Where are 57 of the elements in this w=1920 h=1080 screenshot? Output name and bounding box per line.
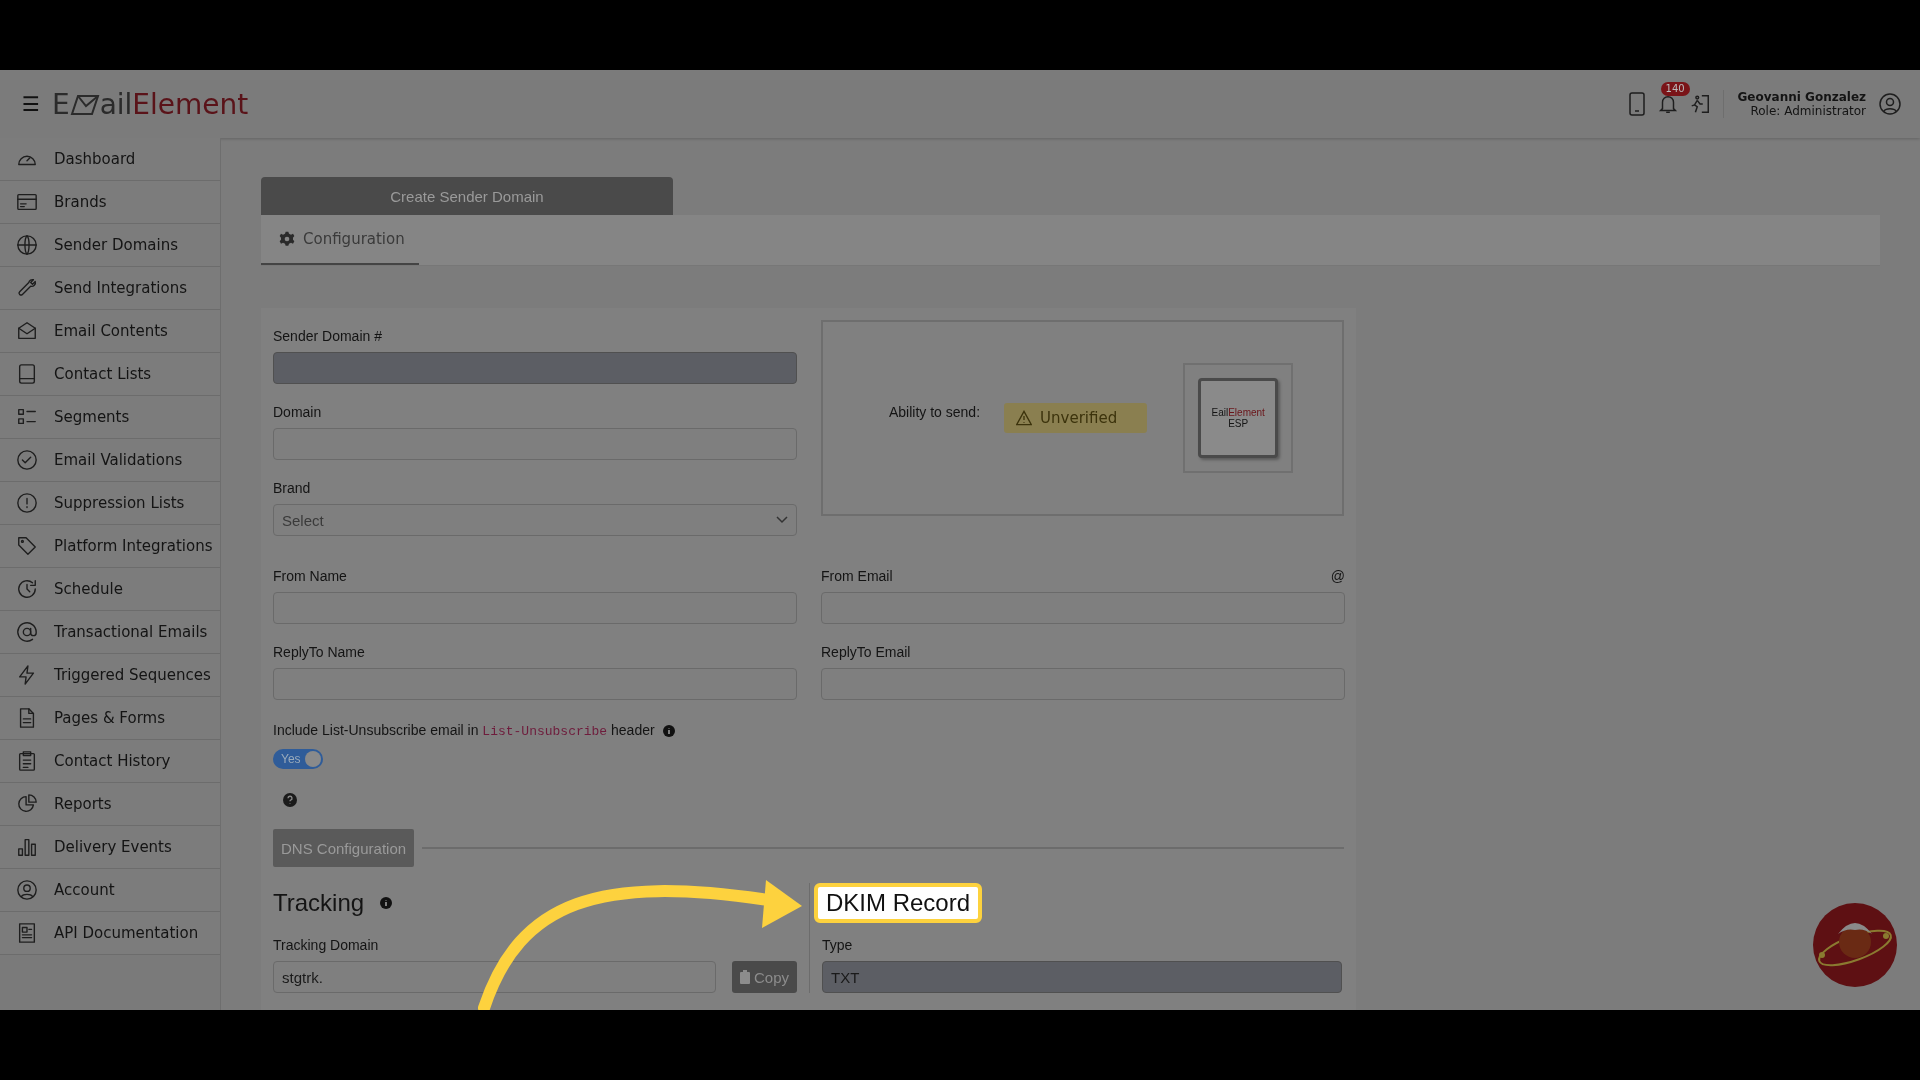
clock-icon <box>16 578 38 600</box>
section-heading: Tracking <box>273 889 365 917</box>
field-label: From Name <box>273 568 347 584</box>
user-name: Geovanni Gonzalez <box>1737 90 1866 104</box>
clipboard-icon <box>739 970 750 984</box>
status-badge: Unverified <box>1004 403 1148 433</box>
tag-icon <box>16 535 38 557</box>
alert-circle-icon <box>16 492 38 514</box>
clipboard-icon <box>16 750 38 772</box>
check-circle-icon <box>16 449 38 471</box>
warning-icon <box>1016 410 1033 426</box>
input-field[interactable]: TXT <box>822 961 1342 993</box>
user-role: Role: Administrator <box>1750 104 1866 118</box>
document-icon <box>16 922 38 944</box>
help-icon[interactable] <box>283 793 297 807</box>
toggle-switch[interactable]: Yes <box>273 749 323 769</box>
logo-subtitle: ESP <box>1228 418 1249 429</box>
chevron-down-icon <box>776 516 788 524</box>
field-label: Sender Domain # <box>273 328 383 344</box>
dns-configuration-button[interactable]: DNS Configuration <box>273 829 415 867</box>
info-icon[interactable] <box>662 724 675 737</box>
tab[interactable]: Configuration <box>261 215 419 265</box>
phone-icon[interactable] <box>1626 92 1647 116</box>
field-label: Domain <box>273 404 323 420</box>
logo-text: Element <box>132 87 249 121</box>
at-sign-icon <box>16 621 38 643</box>
select-field[interactable]: Select <box>273 504 797 536</box>
menu-icon[interactable]: ☰ <box>22 92 40 116</box>
envelope-icon <box>69 92 100 116</box>
section-heading: DKIM Record <box>814 883 983 923</box>
at-sign: @ <box>1330 568 1345 584</box>
field-label: Tracking Domain <box>273 937 380 953</box>
pie-chart-icon <box>16 793 38 815</box>
logo-text: Eail <box>1211 407 1229 418</box>
logo-text: ail <box>99 87 133 121</box>
user-circle-icon <box>1878 92 1902 116</box>
bar-chart-icon <box>16 836 38 858</box>
logo-letter: E <box>51 87 70 121</box>
logo-text: Element <box>1228 407 1265 418</box>
field-label: ReplyTo Email <box>821 644 911 660</box>
notification-badge: 140 <box>1660 82 1690 96</box>
field-label: Brand <box>273 480 312 496</box>
user-circle-icon <box>16 879 38 901</box>
globe-icon <box>16 234 38 256</box>
gear-icon <box>279 231 295 247</box>
field-label: From Email <box>821 568 893 584</box>
copy-button[interactable]: Copy <box>731 961 797 993</box>
info-icon[interactable] <box>380 897 393 909</box>
card-icon <box>16 191 38 213</box>
wrench-icon <box>16 277 38 299</box>
book-icon <box>16 363 38 385</box>
status-label: Ability to send: <box>889 404 981 420</box>
field-label: Type <box>822 937 854 953</box>
field-label: ReplyTo Name <box>273 644 365 660</box>
unsubscribe-label: Include List-Unsubscribe email in List-Unsubscribe header <box>273 722 655 739</box>
envelope-icon <box>16 320 38 342</box>
input-field[interactable]: stgtrk. <box>273 961 716 993</box>
